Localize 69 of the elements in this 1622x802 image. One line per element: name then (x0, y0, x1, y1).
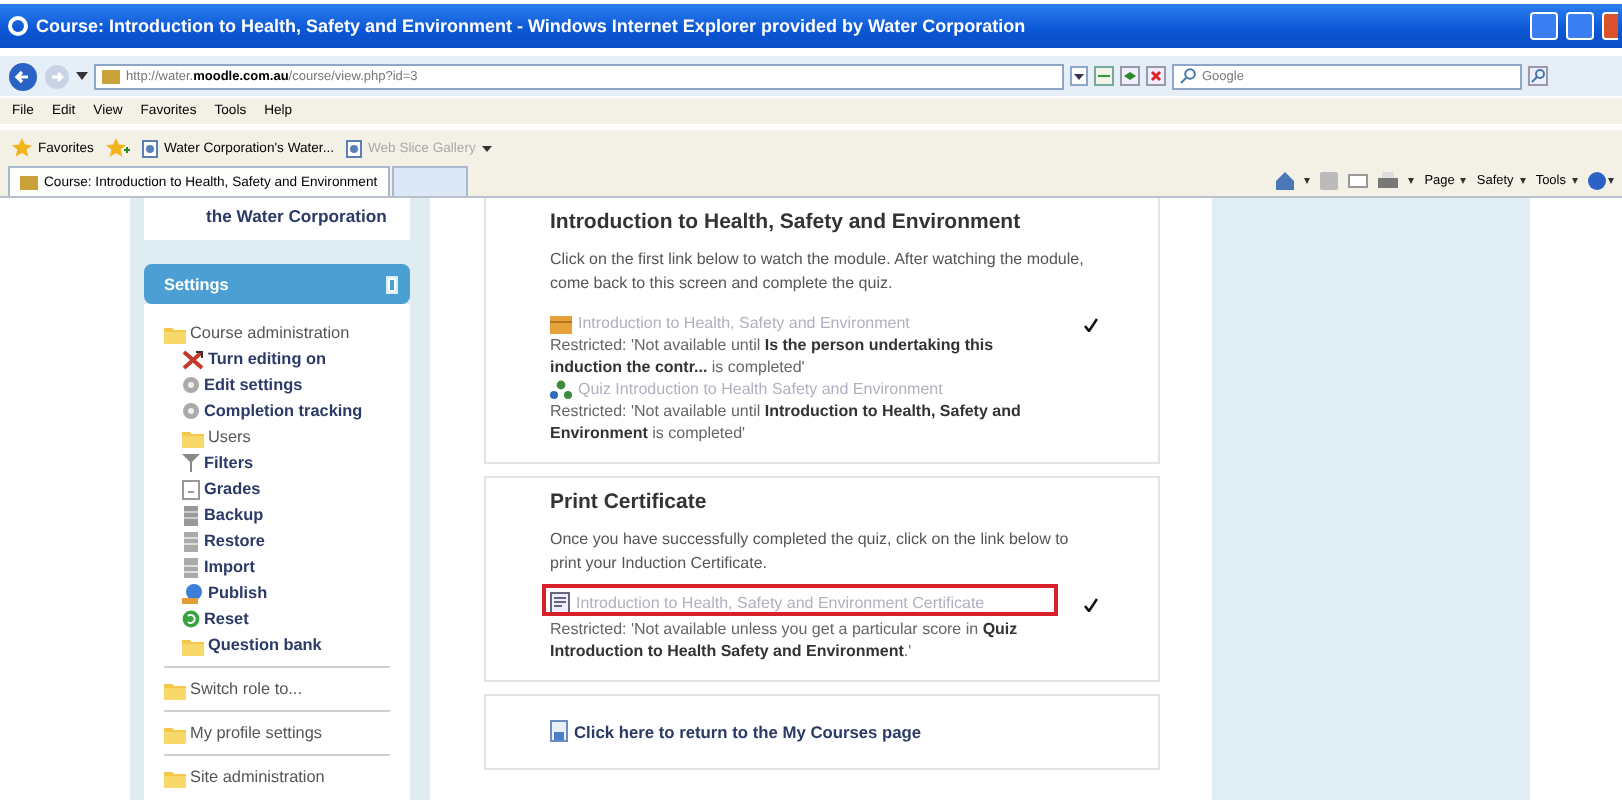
stack-icon (182, 531, 200, 551)
restriction-note: Restricted: 'Not available until Introduction to Health, Safety and Environment is completed' (550, 400, 1023, 444)
stack-icon (182, 505, 200, 525)
help-icon[interactable] (1588, 172, 1614, 190)
home-icon[interactable] (1276, 172, 1295, 190)
page-icon[interactable] (345, 139, 362, 157)
folder-icon (164, 323, 186, 343)
caret-icon[interactable] (1304, 178, 1311, 184)
tree-branch[interactable]: Switch role to... (190, 680, 302, 698)
restriction-note: Restricted: 'Not available until Is the person undertaking this induction the contr... is completed' (550, 334, 996, 378)
tree-branch[interactable]: Users (208, 428, 251, 446)
mail-icon[interactable] (1348, 174, 1369, 188)
settings-link[interactable]: Backup (204, 506, 264, 524)
activity-link[interactable]: Click here to return to the My Courses page (574, 721, 922, 741)
caret-icon (1572, 178, 1578, 184)
settings-link[interactable]: Grades (204, 480, 261, 498)
settings-link[interactable]: Question bank (208, 636, 322, 654)
settings-link[interactable]: Import (204, 558, 255, 576)
section-title: Introduction to Health, Safety and Environment (550, 210, 1023, 234)
settings-link[interactable]: Publish (208, 584, 268, 602)
browser-icon (8, 16, 28, 36)
section-title: Print Certificate (550, 490, 709, 514)
minimize-button[interactable] (1530, 12, 1558, 40)
certificate-icon (550, 592, 570, 614)
settings-link[interactable]: Edit settings (204, 376, 303, 394)
reset-icon (182, 610, 200, 628)
search-icon[interactable] (1528, 66, 1548, 86)
caret-icon[interactable] (76, 72, 88, 80)
site-icon (102, 69, 120, 83)
folder-icon (182, 427, 204, 447)
tree-branch[interactable]: My profile settings (190, 724, 322, 742)
maximize-button[interactable] (1566, 12, 1594, 40)
refresh-icon[interactable] (1120, 66, 1140, 86)
site-icon (20, 175, 38, 189)
search-icon (1180, 68, 1196, 84)
settings-link[interactable]: Filters (204, 454, 254, 472)
settings-link[interactable]: Turn editing on (208, 350, 326, 368)
caret-icon[interactable] (1408, 178, 1415, 184)
funnel-icon (182, 454, 200, 472)
block-title: Settings (164, 275, 229, 293)
folder-icon (182, 635, 204, 655)
tree-branch[interactable]: Site administration (190, 768, 325, 786)
dropdown-icon[interactable] (1070, 66, 1088, 86)
caret-icon (1460, 178, 1467, 184)
close-button[interactable] (1602, 12, 1618, 40)
folder-icon (164, 767, 186, 787)
dock-icon[interactable] (386, 275, 398, 293)
stop-icon[interactable] (1146, 66, 1166, 86)
quiz-icon (550, 379, 572, 399)
settings-link[interactable]: Restore (204, 532, 265, 550)
caret-icon (1519, 178, 1526, 184)
restriction-note: Restricted: 'Not available unless you get a particular score in Quiz Introduction to Health Safety and Environment.' (550, 618, 1020, 662)
box-icon (550, 313, 572, 333)
back-icon[interactable] (8, 61, 38, 91)
section-summary: Once you have successfully completed the quiz, click on the link below to print your Induction Certificate. (550, 528, 1071, 576)
settings-link[interactable]: Completion tracking (204, 402, 363, 420)
folder-icon (164, 723, 186, 743)
tree-branch[interactable]: Course administration (190, 324, 350, 342)
add-favorite-icon[interactable] (105, 138, 130, 158)
section-summary: Click on the first link below to watch the module. After watching the module, come back to this screen and complete the quiz. (550, 248, 1086, 296)
folder-icon (164, 679, 186, 699)
document-icon (182, 479, 200, 499)
caret-icon[interactable] (481, 145, 492, 151)
window-title: Course: Introduction to Health, Safety and Environment - Windows Internet Explorer provided by Water Corporation (36, 16, 1028, 36)
page-icon[interactable] (141, 139, 158, 157)
printer-icon[interactable] (1378, 172, 1399, 190)
settings-link[interactable]: Reset (204, 610, 249, 628)
star-icon[interactable] (12, 138, 32, 158)
stack-icon (182, 557, 200, 577)
